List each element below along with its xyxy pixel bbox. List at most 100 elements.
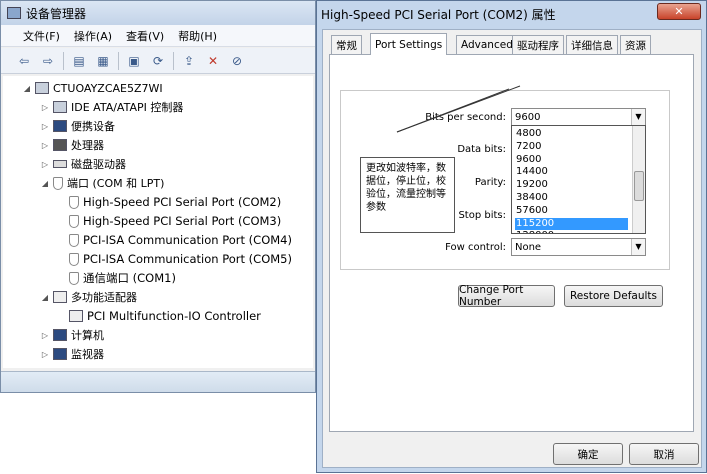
cancel-button[interactable]: 取消: [629, 443, 699, 465]
expand-arrow-icon[interactable]: ▷: [41, 160, 49, 169]
tab-advanced[interactable]: Advanced: [456, 35, 518, 54]
port-settings-panel: Bits per second: 9600 ▼ Data bits: Parit…: [329, 54, 694, 432]
tree-item-label: IDE ATA/ATAPI 控制器: [71, 101, 184, 114]
ide-controller-icon: [53, 101, 67, 113]
baud-option[interactable]: 7200: [515, 141, 628, 154]
tree-item-com5[interactable]: PCI-ISA Communication Port (COM5): [69, 250, 292, 268]
tree-item-label: PCI-ISA Communication Port (COM5): [83, 252, 292, 266]
port-icon: [69, 252, 79, 266]
tree-item-label: 多功能适配器: [71, 291, 137, 304]
expand-arrow-icon[interactable]: ▷: [41, 103, 49, 112]
restore-defaults-button[interactable]: Restore Defaults: [564, 285, 663, 307]
forward-icon[interactable]: ⇨: [39, 52, 57, 70]
device-tree: ◢ CTUOAYZCAE5Z7WI ▷ IDE ATA/ATAPI 控制器 ▷ …: [3, 76, 313, 368]
menu-bar: 文件(F) 操作(A) 查看(V) 帮助(H): [1, 25, 315, 47]
tab-driver[interactable]: 驱动程序: [512, 35, 564, 54]
expand-arrow-icon[interactable]: ▷: [41, 141, 49, 150]
menu-file[interactable]: 文件(F): [23, 28, 60, 44]
menu-action[interactable]: 操作(A): [74, 28, 112, 44]
monitor-icon: [53, 348, 67, 360]
collapse-arrow-icon[interactable]: ◢: [23, 84, 31, 93]
chevron-down-icon[interactable]: ▼: [631, 109, 645, 125]
tree-item-portable[interactable]: ▷ 便携设备: [41, 117, 115, 135]
baud-option[interactable]: 38400: [515, 192, 628, 205]
flow-control-label: Fow control:: [445, 242, 506, 253]
collapse-arrow-icon[interactable]: ◢: [41, 293, 49, 302]
disable-icon[interactable]: ⊘: [228, 52, 246, 70]
show-hide-console-icon[interactable]: ▤: [70, 52, 88, 70]
scrollbar-thumb[interactable]: [634, 171, 644, 201]
baud-option[interactable]: 14400: [515, 166, 628, 179]
toolbar-separator: [118, 51, 119, 70]
toolbar: ⇦ ⇨ ▤ ▦ ▣ ⟳ ⇪ ✕ ⊘: [1, 48, 315, 74]
annotation-callout: 更改如波特率，数据位，停止位，校验位，流量控制等参数: [360, 157, 455, 233]
tree-item-com3[interactable]: High-Speed PCI Serial Port (COM3): [69, 212, 281, 230]
tree-item-cpu[interactable]: ▷ 处理器: [41, 136, 104, 154]
toolbar-separator: [173, 51, 174, 70]
expand-arrow-icon[interactable]: ▷: [41, 331, 49, 340]
multifunction-adapter-icon: [53, 291, 67, 303]
device-manager-window: 设备管理器 文件(F) 操作(A) 查看(V) 帮助(H) ⇦ ⇨ ▤ ▦ ▣ …: [0, 0, 316, 393]
port-icon: [69, 195, 79, 209]
tree-root-label: CTUOAYZCAE5Z7WI: [53, 81, 163, 95]
back-icon[interactable]: ⇦: [15, 52, 33, 70]
flow-control-select[interactable]: None ▼: [511, 238, 646, 256]
bits-per-second-select[interactable]: 9600 ▼: [511, 108, 646, 126]
close-button[interactable]: ✕: [657, 3, 701, 20]
menu-help[interactable]: 帮助(H): [178, 28, 217, 44]
dropdown-scrollbar[interactable]: [632, 126, 645, 233]
flow-control-value: None: [515, 241, 542, 253]
baud-option-selected[interactable]: 115200: [515, 217, 628, 231]
expand-arrow-icon[interactable]: ▷: [41, 122, 49, 131]
tab-details[interactable]: 详细信息: [566, 35, 618, 54]
device-manager-title: 设备管理器: [26, 6, 87, 21]
processor-icon: [53, 139, 67, 151]
tree-item-com4[interactable]: PCI-ISA Communication Port (COM4): [69, 231, 292, 249]
help-icon[interactable]: ▣: [125, 52, 143, 70]
tab-resources[interactable]: 资源: [620, 35, 651, 54]
computer-icon: [35, 82, 49, 94]
change-port-number-button[interactable]: Change Port Number: [458, 284, 555, 308]
tree-item-com2[interactable]: High-Speed PCI Serial Port (COM2): [69, 193, 281, 211]
baud-option[interactable]: 57600: [515, 205, 628, 218]
tree-item-label: PCI Multifunction-IO Controller: [87, 309, 261, 323]
tab-port-settings[interactable]: Port Settings: [370, 33, 448, 55]
properties-dialog: High-Speed PCI Serial Port (COM2) 属性 ✕ 常…: [316, 0, 707, 473]
port-icon: [69, 233, 79, 247]
baud-option[interactable]: 9600: [515, 154, 628, 167]
chevron-down-icon[interactable]: ▼: [631, 239, 645, 255]
expand-arrow-icon[interactable]: ▷: [41, 350, 49, 359]
tree-item-ide[interactable]: ▷ IDE ATA/ATAPI 控制器: [41, 98, 183, 116]
tab-general[interactable]: 常规: [331, 35, 362, 54]
portable-device-icon: [53, 120, 67, 132]
collapse-arrow-icon[interactable]: ◢: [41, 179, 49, 188]
tree-item-ports[interactable]: ◢ 端口 (COM 和 LPT): [41, 174, 164, 192]
data-bits-label: Data bits:: [457, 144, 506, 155]
tree-item-computer[interactable]: ▷ 计算机: [41, 326, 104, 344]
toolbar-separator: [63, 51, 64, 70]
baud-option[interactable]: 128000: [515, 230, 628, 233]
port-icon: [53, 176, 63, 190]
ok-button[interactable]: 确定: [553, 443, 623, 465]
device-manager-titlebar: 设备管理器: [1, 1, 315, 25]
uninstall-icon[interactable]: ✕: [204, 52, 222, 70]
tree-item-monitor[interactable]: ▷ 监视器: [41, 345, 104, 363]
baud-option[interactable]: 19200: [515, 179, 628, 192]
tree-root[interactable]: ◢ CTUOAYZCAE5Z7WI: [23, 79, 163, 97]
menu-view[interactable]: 查看(V): [126, 28, 164, 44]
bits-per-second-value: 9600: [515, 111, 541, 123]
properties-icon[interactable]: ▦: [94, 52, 112, 70]
tree-item-multifunction[interactable]: ◢ 多功能适配器: [41, 288, 137, 306]
update-driver-icon[interactable]: ⇪: [180, 52, 198, 70]
tree-item-label: 计算机: [71, 329, 104, 342]
baud-rate-dropdown-list[interactable]: 4800 7200 9600 14400 19200 38400 57600 1…: [511, 125, 646, 234]
tree-item-label: High-Speed PCI Serial Port (COM3): [83, 214, 282, 228]
multifunction-adapter-icon: [69, 310, 83, 322]
tree-item-label: 磁盘驱动器: [71, 158, 126, 171]
tree-item-pci-multifunction[interactable]: PCI Multifunction-IO Controller: [69, 307, 261, 325]
scan-hardware-icon[interactable]: ⟳: [149, 52, 167, 70]
port-icon: [69, 271, 79, 285]
tree-item-disk[interactable]: ▷ 磁盘驱动器: [41, 155, 126, 173]
baud-option[interactable]: 4800: [515, 128, 628, 141]
tree-item-com1[interactable]: 通信端口 (COM1): [69, 269, 176, 287]
